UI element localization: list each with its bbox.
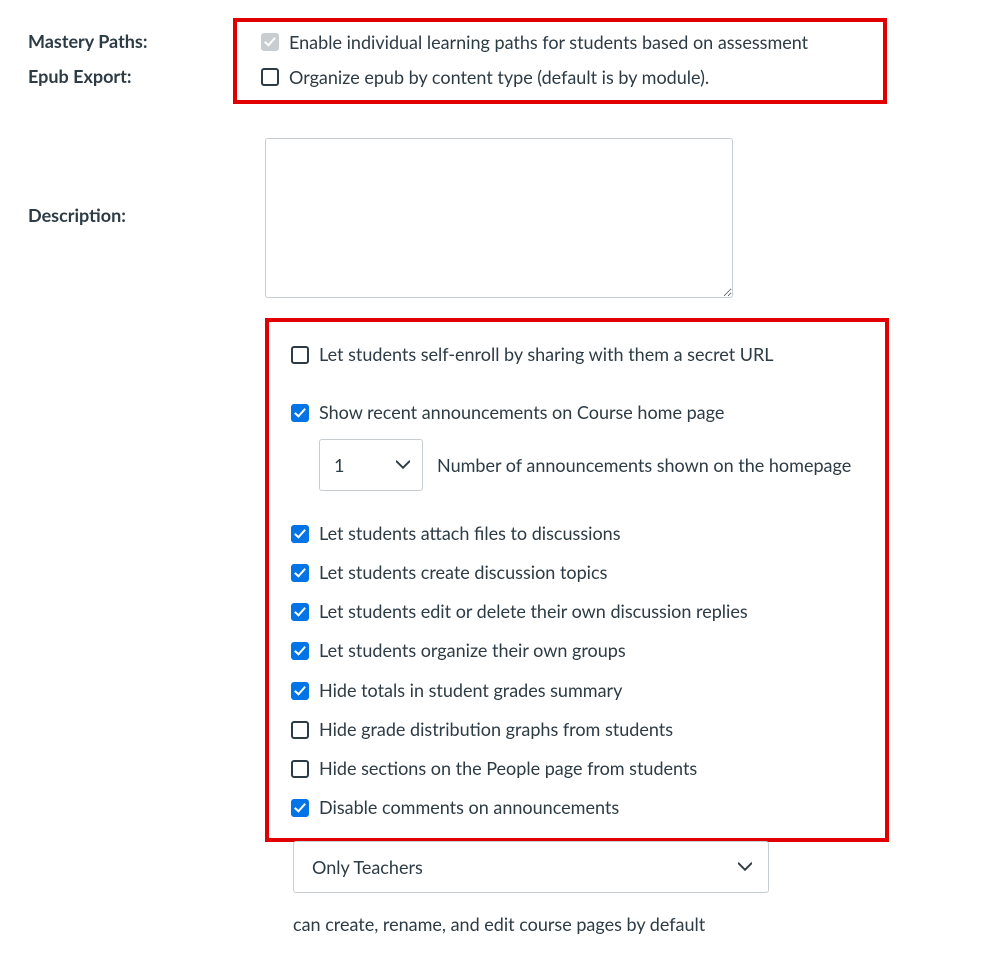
- epub-organize-checkbox[interactable]: [261, 68, 279, 86]
- disable-comments-checkbox[interactable]: [291, 799, 309, 817]
- page-editors-select[interactable]: Only Teachers: [293, 841, 769, 893]
- show-announcements-checkbox[interactable]: [291, 404, 309, 422]
- edit-replies-label: Let students edit or delete their own di…: [319, 597, 748, 624]
- highlight-box-options: Let students self-enroll by sharing with…: [265, 318, 889, 842]
- chevron-down-icon: [738, 860, 752, 874]
- announcements-count-select[interactable]: 1: [319, 439, 423, 491]
- page-editors-helper: can create, rename, and edit course page…: [293, 893, 769, 965]
- hide-totals-checkbox[interactable]: [291, 682, 309, 700]
- description-label: Description:: [0, 134, 265, 234]
- self-enroll-label: Let students self-enroll by sharing with…: [319, 340, 774, 367]
- create-topics-checkbox[interactable]: [291, 564, 309, 582]
- attach-files-label: Let students attach files to discussions: [319, 519, 621, 546]
- page-editors-value: Only Teachers: [312, 856, 423, 878]
- hide-sections-label: Hide sections on the People page from st…: [319, 754, 697, 781]
- edit-replies-checkbox[interactable]: [291, 603, 309, 621]
- announcements-count-label: Number of announcements shown on the hom…: [437, 454, 851, 476]
- chevron-down-icon: [396, 458, 410, 472]
- hide-distribution-label: Hide grade distribution graphs from stud…: [319, 715, 673, 742]
- hide-totals-label: Hide totals in student grades summary: [319, 676, 622, 703]
- disable-comments-label: Disable comments on announcements: [319, 793, 619, 820]
- organize-groups-checkbox[interactable]: [291, 642, 309, 660]
- epub-organize-desc: Organize epub by content type (default i…: [289, 63, 709, 90]
- announcements-count-value: 1: [334, 454, 344, 476]
- create-topics-label: Let students create discussion topics: [319, 558, 607, 585]
- highlight-box-top: Mastery Paths: Enable individual learnin…: [233, 18, 887, 104]
- mastery-paths-label: Mastery Paths:: [28, 30, 147, 52]
- organize-groups-label: Let students organize their own groups: [319, 636, 626, 663]
- show-announcements-label: Show recent announcements on Course home…: [319, 398, 724, 425]
- mastery-paths-desc: Enable individual learning paths for stu…: [289, 28, 808, 55]
- hide-distribution-checkbox[interactable]: [291, 721, 309, 739]
- description-textarea[interactable]: [265, 138, 733, 298]
- mastery-paths-checkbox[interactable]: [261, 33, 279, 51]
- self-enroll-checkbox[interactable]: [291, 346, 309, 364]
- hide-sections-checkbox[interactable]: [291, 760, 309, 778]
- epub-export-label: Epub Export:: [28, 65, 131, 87]
- attach-files-checkbox[interactable]: [291, 525, 309, 543]
